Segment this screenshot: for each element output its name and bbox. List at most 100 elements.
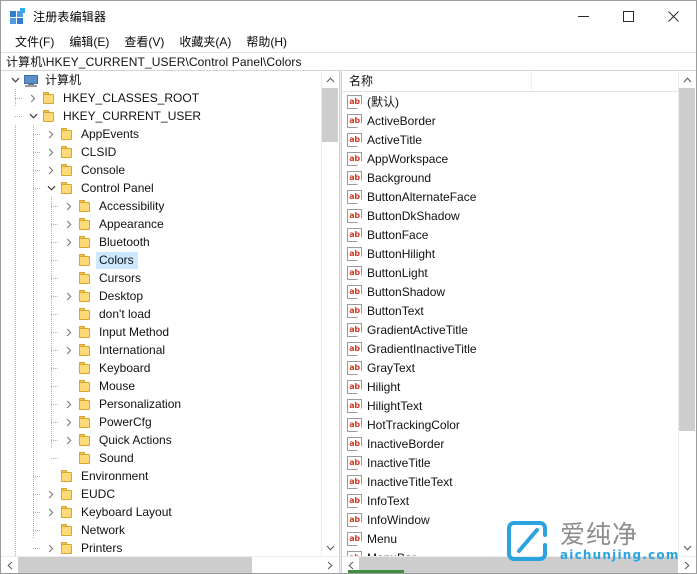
values-hscroll-track[interactable] [359,557,678,573]
value-row[interactable]: ab HotTrackingColor [342,415,678,434]
menu-item-3[interactable]: 查看(V) [117,31,172,52]
tree-hscroll-thumb[interactable] [18,557,253,573]
chevron-right-icon[interactable] [678,557,695,573]
tree-node[interactable]: HKEY_CURRENT_USER [1,107,321,125]
address-bar[interactable]: 计算机\HKEY_CURRENT_USER\Control Panel\Colo… [1,52,696,71]
value-row[interactable]: ab ButtonAlternateFace [342,187,678,206]
tree-node[interactable]: Sound [1,449,321,467]
tree-node[interactable]: Cursors [1,269,321,287]
tree-node[interactable]: Bluetooth [1,233,321,251]
value-row[interactable]: ab InactiveBorder [342,434,678,453]
tree-node[interactable]: EUDC [1,485,321,503]
value-row[interactable]: ab ButtonHilight [342,244,678,263]
tree-node[interactable]: don't load [1,305,321,323]
value-row[interactable]: ab ButtonShadow [342,282,678,301]
value-row[interactable]: ab InfoWindow [342,510,678,529]
chevron-right-icon[interactable] [61,341,77,359]
chevron-down-icon[interactable] [43,179,59,197]
tree-node[interactable]: PowerCfg [1,413,321,431]
values-vertical-scrollbar[interactable] [678,71,695,556]
tree-node[interactable]: Mouse [1,377,321,395]
values-hscroll-thumb[interactable] [359,557,678,573]
chevron-right-icon[interactable] [61,197,77,215]
tree-horizontal-scrollbar[interactable] [1,556,338,573]
tree-node[interactable]: International [1,341,321,359]
value-row[interactable]: ab AppWorkspace [342,149,678,168]
chevron-right-icon[interactable] [43,125,59,143]
chevron-up-icon[interactable] [679,71,695,88]
tree-node[interactable]: Keyboard [1,359,321,377]
tree-node[interactable]: Printers [1,539,321,556]
tree-node[interactable]: Input Method [1,323,321,341]
chevron-right-icon[interactable] [43,485,59,503]
tree-node[interactable]: Desktop [1,287,321,305]
tree-node[interactable]: Environment [1,467,321,485]
chevron-right-icon[interactable] [61,233,77,251]
values-list[interactable]: ab (默认) ab ActiveBorder ab ActiveTitle ab AppWo… [342,92,678,556]
tree-node[interactable]: Quick Actions [1,431,321,449]
chevron-up-icon[interactable] [322,71,338,88]
chevron-right-icon[interactable] [25,89,41,107]
chevron-right-icon[interactable] [61,215,77,233]
value-row[interactable]: ab HilightText [342,396,678,415]
value-row[interactable]: ab ButtonLight [342,263,678,282]
chevron-right-icon[interactable] [61,287,77,305]
menu-item-5[interactable]: 帮助(H) [239,31,295,52]
value-row[interactable]: ab Menu [342,529,678,548]
chevron-right-icon[interactable] [43,539,59,556]
value-row[interactable]: ab Hilight [342,377,678,396]
chevron-down-icon[interactable] [679,539,695,556]
value-row[interactable]: ab (默认) [342,92,678,111]
values-vscroll-thumb[interactable] [679,88,695,431]
value-row[interactable]: ab GrayText [342,358,678,377]
column-header-name[interactable]: 名称 [342,71,532,91]
values-vscroll-track[interactable] [679,88,695,539]
menu-item-2[interactable]: 编辑(E) [62,31,117,52]
chevron-right-icon[interactable] [43,143,59,161]
menu-item-1[interactable]: 文件(F) [8,31,62,52]
tree-node[interactable]: AppEvents [1,125,321,143]
chevron-right-icon[interactable] [61,323,77,341]
chevron-right-icon[interactable] [43,503,59,521]
chevron-down-icon[interactable] [25,107,41,125]
value-row[interactable]: ab ActiveTitle [342,130,678,149]
minimize-button[interactable] [561,1,606,31]
close-button[interactable] [651,1,696,31]
tree-node[interactable]: Accessibility [1,197,321,215]
tree-hscroll-track[interactable] [18,557,321,573]
value-row[interactable]: ab ButtonFace [342,225,678,244]
chevron-right-icon[interactable] [43,161,59,179]
tree-node[interactable]: Console [1,161,321,179]
tree-node[interactable]: 计算机 [1,71,321,89]
tree-node[interactable]: CLSID [1,143,321,161]
tree-vscroll-thumb[interactable] [322,88,338,143]
chevron-right-icon[interactable] [61,431,77,449]
tree-node[interactable]: Personalization [1,395,321,413]
key-tree[interactable]: 计算机 HKEY_CLASSES_ROOT HKEY_CURRENT_USER App… [1,71,321,556]
value-row[interactable]: ab GradientInactiveTitle [342,339,678,358]
chevron-left-icon[interactable] [1,557,18,573]
chevron-right-icon[interactable] [61,413,77,431]
value-row[interactable]: abMenuBar [342,548,678,556]
tree-node[interactable]: Colors [1,251,321,269]
value-row[interactable]: ab InfoText [342,491,678,510]
menu-item-4[interactable]: 收藏夹(A) [172,31,239,52]
tree-node[interactable]: Control Panel [1,179,321,197]
chevron-right-icon[interactable] [61,395,77,413]
value-row[interactable]: ab ButtonDkShadow [342,206,678,225]
chevron-down-icon[interactable] [7,71,23,89]
value-row[interactable]: ab InactiveTitleText [342,472,678,491]
maximize-button[interactable] [606,1,651,31]
chevron-down-icon[interactable] [322,539,338,556]
value-row[interactable]: ab GradientActiveTitle [342,320,678,339]
value-row[interactable]: ab ActiveBorder [342,111,678,130]
tree-node[interactable]: Appearance [1,215,321,233]
value-row[interactable]: ab InactiveTitle [342,453,678,472]
tree-vscroll-track[interactable] [322,88,338,539]
value-row[interactable]: ab Background [342,168,678,187]
chevron-right-icon[interactable] [321,557,338,573]
tree-node[interactable]: Keyboard Layout [1,503,321,521]
tree-node[interactable]: Network [1,521,321,539]
tree-node[interactable]: HKEY_CLASSES_ROOT [1,89,321,107]
value-row[interactable]: ab ButtonText [342,301,678,320]
